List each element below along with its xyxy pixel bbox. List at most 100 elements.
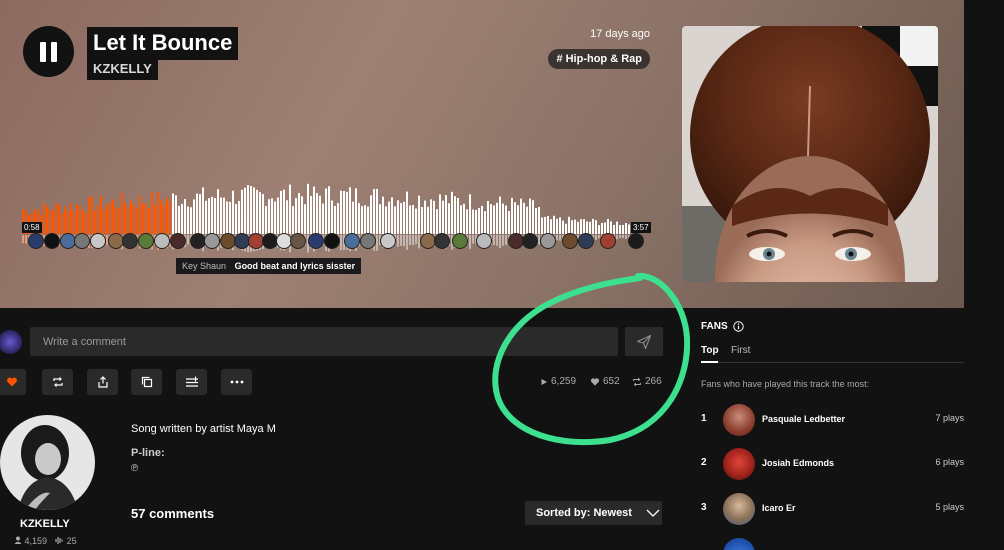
fan-row[interactable]: 1 Pasquale Ledbetter 7 plays: [701, 404, 964, 436]
fan-name[interactable]: Josiah Edmonds: [762, 458, 834, 468]
pause-button[interactable]: [23, 26, 74, 77]
plays-stat: 6,259: [540, 376, 576, 387]
tracks-icon: [55, 537, 63, 544]
more-button[interactable]: [221, 369, 252, 395]
track-page: Let It Bounce KZKELLY 17 days ago # Hip-…: [0, 0, 1004, 550]
track-artist[interactable]: KZKELLY: [87, 58, 158, 80]
fans-heading: FANS: [701, 321, 744, 332]
plays-count: 6,259: [551, 376, 577, 387]
timed-comment-avatar[interactable]: [138, 233, 154, 249]
add-to-playlist-icon: [185, 376, 198, 387]
timed-comment-avatar[interactable]: [324, 233, 340, 249]
repost-icon: [52, 377, 63, 387]
send-comment-button[interactable]: [625, 327, 663, 356]
timed-comment-avatar[interactable]: [344, 233, 360, 249]
timed-comment-avatar[interactable]: [44, 233, 60, 249]
info-icon[interactable]: [732, 321, 744, 332]
timed-comment-avatar[interactable]: [522, 233, 538, 249]
artist-tracks[interactable]: 25: [55, 536, 77, 546]
copy-link-button[interactable]: [131, 369, 162, 395]
timed-comment-avatar[interactable]: [452, 233, 468, 249]
fan-row[interactable]: [701, 538, 964, 550]
timed-comment-avatar[interactable]: [204, 233, 220, 249]
tab-first-fans[interactable]: First: [731, 345, 750, 356]
fan-rank: 1: [701, 413, 707, 424]
send-icon: [636, 334, 652, 349]
timed-comment-avatar[interactable]: [380, 233, 396, 249]
timed-comment-tooltip: Key Shaun Good beat and lyrics sisster: [176, 258, 362, 274]
reposts-count: 266: [645, 376, 662, 387]
fans-subtitle: Fans who have played this track the most…: [701, 379, 870, 389]
description-line: Song written by artist Maya M: [131, 423, 276, 435]
fans-title: FANS: [701, 321, 728, 332]
track-title[interactable]: Let It Bounce: [87, 27, 239, 60]
fan-plays: 6 plays: [935, 457, 964, 467]
tracks-count: 25: [66, 536, 77, 546]
fan-row[interactable]: 3 Icaro Er 5 plays: [701, 493, 964, 525]
timed-comment-avatar[interactable]: [308, 233, 324, 249]
page-gutter: [964, 0, 1004, 308]
timed-comment-avatar[interactable]: [628, 233, 644, 249]
track-duration: 3:57: [631, 222, 651, 233]
timed-comment-avatar[interactable]: [170, 233, 186, 249]
likes-stat[interactable]: 652: [590, 376, 620, 387]
artist-photo: [0, 415, 95, 510]
fan-avatar[interactable]: [723, 404, 755, 436]
fan-name[interactable]: Icaro Er: [762, 503, 796, 513]
fan-row[interactable]: 2 Josiah Edmonds 6 plays: [701, 448, 964, 480]
tab-top-fans[interactable]: Top: [701, 345, 719, 356]
play-count-icon: [541, 378, 547, 385]
elapsed-time: 0:58: [22, 222, 42, 233]
fan-rank: 3: [701, 502, 707, 513]
timed-comment-avatar[interactable]: [562, 233, 578, 249]
timed-comment-avatar[interactable]: [154, 233, 170, 249]
fan-name[interactable]: Pasquale Ledbetter: [762, 414, 845, 424]
current-user-avatar[interactable]: [0, 330, 22, 354]
artist-avatar[interactable]: [0, 415, 95, 510]
timed-comment-avatar[interactable]: [434, 233, 450, 249]
timed-comment-avatar[interactable]: [476, 233, 492, 249]
artist-card-stats: 4,159 25: [14, 536, 77, 546]
fan-plays: 5 plays: [935, 502, 964, 512]
chevron-down-icon: [646, 509, 660, 517]
timed-comment-avatar[interactable]: [74, 233, 90, 249]
timed-comment-avatar[interactable]: [578, 233, 594, 249]
fan-plays: 7 plays: [935, 413, 964, 423]
share-icon: [97, 376, 108, 388]
likes-heart-icon: [590, 378, 600, 386]
p-line-symbol: ℗: [131, 463, 139, 474]
artwork-image: [682, 26, 938, 282]
timed-comment-text: Good beat and lyrics sisster: [234, 261, 356, 271]
comment-input[interactable]: [30, 327, 618, 356]
comments-count: 57 comments: [131, 506, 215, 521]
timed-comment-avatar[interactable]: [360, 233, 376, 249]
like-icon: [7, 377, 17, 387]
likes-count: 652: [603, 376, 620, 387]
timed-comment-avatar[interactable]: [122, 233, 138, 249]
track-hero: Let It Bounce KZKELLY 17 days ago # Hip-…: [0, 0, 964, 308]
timed-comment-avatar[interactable]: [540, 233, 556, 249]
fan-avatar[interactable]: [723, 493, 755, 525]
timed-comment-avatar[interactable]: [600, 233, 616, 249]
timed-comment-avatar[interactable]: [28, 233, 44, 249]
genre-tag[interactable]: # Hip-hop & Rap: [548, 49, 650, 69]
followers-count: 4,159: [24, 536, 48, 546]
repost-button[interactable]: [42, 369, 73, 395]
like-button[interactable]: [0, 369, 26, 395]
artist-followers[interactable]: 4,159: [14, 536, 47, 546]
reposts-stat[interactable]: 266: [632, 376, 662, 387]
track-artwork: [682, 26, 938, 282]
fan-avatar[interactable]: [723, 538, 755, 550]
artist-card-name[interactable]: KZKELLY: [20, 518, 70, 530]
timed-comment-avatars[interactable]: [22, 233, 652, 251]
posted-date: 17 days ago: [590, 28, 650, 40]
share-button[interactable]: [87, 369, 118, 395]
timed-comment-user[interactable]: Key Shaun: [182, 261, 226, 271]
followers-icon: [14, 536, 22, 544]
timed-comment-avatar[interactable]: [290, 233, 306, 249]
sort-label: Sorted by: Newest: [536, 507, 632, 519]
add-to-playlist-button[interactable]: [176, 369, 207, 395]
fan-avatar[interactable]: [723, 448, 755, 480]
timed-comment-avatar[interactable]: [90, 233, 106, 249]
sort-comments-dropdown[interactable]: Sorted by: Newest: [525, 501, 662, 525]
